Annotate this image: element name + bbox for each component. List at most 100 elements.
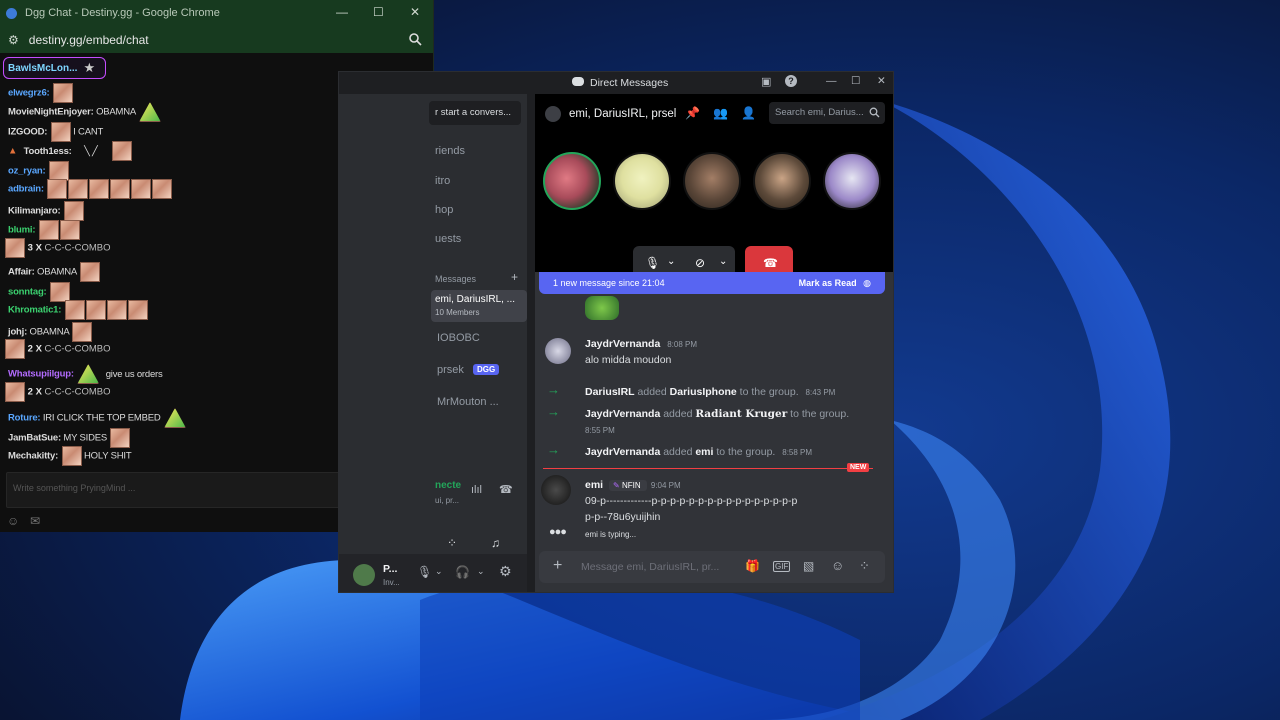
gif-icon[interactable]: GIF [773,561,791,572]
group-icon [545,106,561,122]
soundboard-icon[interactable]: ♫ [491,536,500,550]
emoji-icon[interactable]: ☺ [831,558,844,573]
close-icon[interactable]: ✕ [410,5,420,19]
new-messages-banner[interactable]: 1 new message since 21:04 Mark as Read ◍ [539,272,885,294]
disconnect-icon[interactable]: ☎ [499,483,513,496]
chevron-down-icon[interactable]: ⌄ [477,566,485,577]
dm-item[interactable]: MrMouton ... [437,396,499,408]
system-verb: added [663,446,693,458]
chevron-down-icon[interactable]: ⌄ [719,256,727,267]
system-target[interactable]: emi [695,446,713,458]
chat-username[interactable]: adbrain: [8,184,44,195]
find-conversation-text[interactable]: r start a convers... [435,107,511,118]
chat-text: MY SIDES [63,432,108,444]
emote-icon [111,141,132,161]
members-icon[interactable]: 👤 [741,106,756,120]
mark-read-icon: ◍ [863,277,871,288]
channel-name[interactable]: emi, DariusIRL, prsel [569,108,676,120]
emote-icon [5,382,25,402]
pin-icon[interactable]: 📌 [685,106,700,120]
emoji-icon[interactable]: ☺ [7,514,19,528]
apps-icon[interactable]: ⁘ [447,536,457,550]
chat-username[interactable]: Roture: [8,413,41,424]
call-avatar[interactable] [823,152,881,210]
dm-item-active[interactable]: emi, DariusIRL, ... 10 Members [431,290,527,322]
mark-as-read-button[interactable]: Mark as Read ◍ [799,278,871,289]
voice-status[interactable]: necte [435,480,461,491]
message-input[interactable]: Message emi, DariusIRL, pr... [581,561,719,573]
maximize-icon[interactable]: ☐ [373,5,384,19]
system-actor[interactable]: JaydrVernanda [585,408,660,420]
chevron-down-icon[interactable]: ⌄ [667,256,675,267]
headphones-icon[interactable]: 🎧 [455,565,470,579]
chat-username[interactable]: IZGOOD: [8,127,47,138]
call-avatar[interactable] [613,152,671,210]
combo-label: C-C-C-COMBO [44,386,111,398]
message-composer[interactable]: + Message emi, DariusIRL, pr... 🎁 GIF ▧ … [539,551,885,583]
dm-item[interactable]: IOBOBC [437,332,480,344]
sidebar-item-nitro[interactable]: itro [435,175,450,187]
create-dm-icon[interactable]: + [511,270,518,284]
help-icon[interactable]: ? [785,75,797,87]
attach-plus-icon[interactable]: + [553,557,562,575]
search-box[interactable]: Search emi, Darius... [769,102,885,124]
whisper-icon[interactable]: ✉ [30,514,40,528]
chevron-down-icon[interactable]: ⌄ [435,566,443,577]
system-target[interactable]: Radiant Kruger [695,408,787,420]
system-actor[interactable]: DariusIRL [585,386,635,398]
sticker-icon[interactable]: ▧ [803,559,814,573]
avatar[interactable] [545,338,571,364]
chat-username[interactable]: blumi: [8,225,35,236]
chat-text: OBAMNA [96,106,136,118]
inbox-icon[interactable]: ▣ [761,75,771,88]
call-avatar[interactable] [683,152,741,210]
emote-icon: ╲ ╱ [84,145,98,157]
message-author[interactable]: JaydrVernanda [585,338,660,350]
chat-username[interactable]: Mechakitty: [8,451,58,462]
sidebar-item-friends[interactable]: riends [435,145,465,157]
chat-username[interactable]: oz_ryan: [8,166,46,177]
noise-suppression-icon[interactable]: ılıl [471,484,482,496]
mic-icon[interactable]: 🎙 [417,565,432,579]
chat-username[interactable]: johj: [8,327,27,338]
system-message: DariusIRL added DariusIphone to the grou… [585,386,835,398]
chat-username[interactable]: Kilimanjaro: [8,206,61,217]
close-icon[interactable]: ✕ [877,75,886,87]
search-icon[interactable] [869,107,880,118]
chat-username[interactable]: Affair: [8,267,35,278]
zoom-icon[interactable] [408,32,422,46]
gear-icon[interactable]: ⚙ [499,563,512,580]
minimize-icon[interactable]: — [336,5,348,19]
voice-call-panel: 🎙 ⌄ ⊘ ⌄ ☎ [535,134,893,282]
system-arrow-icon: → [547,382,560,397]
chat-username[interactable]: sonntag: [8,287,47,298]
chat-username[interactable]: elwegrz6: [8,88,50,99]
chat-username[interactable]: Whatsupiilgup: [8,369,74,380]
dm-item[interactable]: prsek [437,364,464,376]
chat-username[interactable]: JamBatSue: [8,433,61,444]
url-text[interactable]: destiny.gg/embed/chat [29,33,149,47]
minimize-icon[interactable]: — [826,75,837,87]
chat-username[interactable]: Tooth1ess: [24,146,72,157]
chat-username[interactable]: MovieNightEnjoyer: [8,107,94,118]
call-avatar[interactable] [543,152,601,210]
gift-icon[interactable]: 🎁 [745,559,760,573]
sidebar-item-quests[interactable]: uests [435,233,461,245]
sidebar-item-shop[interactable]: hop [435,204,453,216]
user-name[interactable]: P... [383,563,397,575]
chat-username[interactable]: Khromatic1: [8,305,61,316]
add-friends-icon[interactable]: 👥 [713,106,728,120]
search-input[interactable]: Search emi, Darius... [775,107,864,118]
pinned-user-tag[interactable]: BawlsMcLon... ★ [3,57,106,79]
apps-icon[interactable]: ⁘ [859,558,870,574]
avatar[interactable] [541,475,571,505]
message-author[interactable]: emi [585,479,603,491]
site-settings-icon[interactable]: ⚙ [8,33,19,47]
system-actor[interactable]: JaydrVernanda [585,446,660,458]
avatar[interactable] [353,564,375,586]
maximize-icon[interactable]: ☐ [851,75,860,87]
star-icon[interactable]: ★ [83,60,95,76]
call-avatar[interactable] [753,152,811,210]
system-target[interactable]: DariusIphone [670,386,737,398]
chrome-address-bar[interactable]: ⚙ destiny.gg/embed/chat [0,26,433,53]
